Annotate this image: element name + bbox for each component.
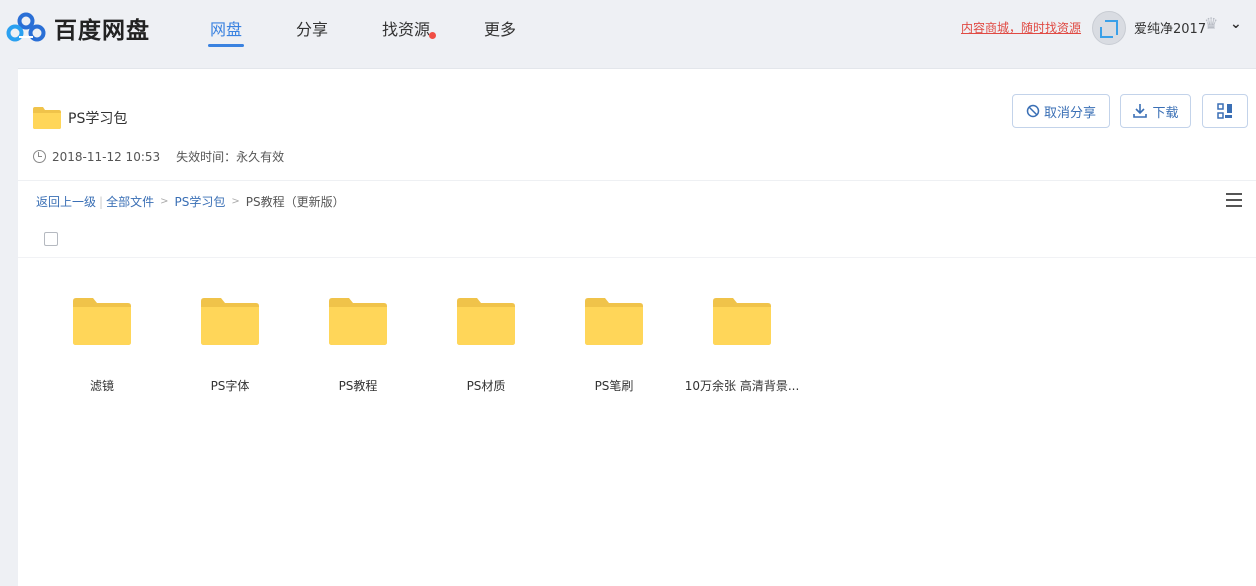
- avatar-frame-icon: [1100, 20, 1118, 38]
- download-icon: [1132, 103, 1148, 119]
- list-item[interactable]: PS材质: [422, 297, 550, 394]
- breadcrumb: 返回上一级 | 全部文件 > PS学习包 > PS教程（更新版）: [36, 193, 345, 210]
- list-item[interactable]: 10万余张 高清背景...: [678, 297, 806, 394]
- breadcrumb-bar: |: [99, 194, 104, 209]
- nav-label: 网盘: [210, 20, 243, 39]
- cloud-logo-icon: [6, 12, 46, 42]
- folder-icon: [329, 298, 387, 345]
- divider: [18, 257, 1256, 258]
- qr-code-icon: [1217, 103, 1232, 119]
- nav-item-netdisk[interactable]: 网盘: [194, 0, 280, 56]
- breadcrumb-separator: >: [231, 196, 240, 207]
- brand-logo[interactable]: 百度网盘: [6, 10, 150, 46]
- select-all-checkbox[interactable]: [44, 232, 58, 246]
- share-meta: 2018-11-12 10:53 失效时间：永久有效: [33, 148, 284, 165]
- top-bar: 百度网盘 网盘 分享 找资源 更多 内容商城，随时找资源 爱纯净2017 ♛ ⌄: [0, 0, 1256, 56]
- nav-item-more[interactable]: 更多: [468, 0, 548, 56]
- active-underline: [208, 44, 244, 47]
- nav-label: 更多: [484, 20, 517, 39]
- folder-icon: [713, 298, 771, 345]
- expire-time: 失效时间：永久有效: [176, 150, 285, 164]
- notification-dot: [429, 32, 437, 39]
- ban-icon: [1026, 104, 1040, 118]
- folder-icon: [457, 298, 515, 345]
- nav-item-share[interactable]: 分享: [280, 0, 366, 56]
- nav-item-find-resources[interactable]: 找资源: [366, 0, 468, 56]
- folder-icon: [73, 298, 131, 345]
- download-button[interactable]: 下载: [1120, 94, 1191, 128]
- username[interactable]: 爱纯净2017: [1134, 18, 1206, 37]
- file-name: PS材质: [466, 379, 506, 393]
- content-store-link[interactable]: 内容商城，随时找资源: [961, 19, 1081, 36]
- list-item[interactable]: PS字体: [166, 297, 294, 394]
- folder-icon: [585, 298, 643, 345]
- nav-label: 分享: [296, 20, 329, 39]
- chevron-down-icon[interactable]: ⌄: [1230, 16, 1242, 32]
- share-panel: PS学习包 2018-11-12 10:53 失效时间：永久有效 取消分享 下载: [18, 68, 1256, 586]
- breadcrumb-all-files[interactable]: 全部文件: [106, 193, 154, 210]
- list-view-icon[interactable]: [1226, 193, 1242, 211]
- breadcrumb-back-link[interactable]: 返回上一级: [36, 193, 96, 210]
- folder-icon: [201, 298, 259, 345]
- list-item[interactable]: PS笔刷: [550, 297, 678, 394]
- qr-code-button[interactable]: [1202, 94, 1248, 128]
- file-name: PS字体: [210, 379, 250, 393]
- clock-icon: [33, 150, 46, 163]
- cancel-share-button[interactable]: 取消分享: [1012, 94, 1110, 128]
- list-item[interactable]: PS教程: [294, 297, 422, 394]
- folder-icon: [33, 107, 61, 129]
- file-grid: 滤镜 PS字体 PS教程 PS材质 PS笔刷 10万余张 高清背景...: [38, 297, 806, 394]
- avatar[interactable]: [1092, 11, 1126, 45]
- breadcrumb-parent[interactable]: PS学习包: [174, 193, 225, 210]
- main-nav: 网盘 分享 找资源 更多: [194, 0, 548, 56]
- download-label: 下载: [1152, 105, 1179, 121]
- nav-label: 找资源: [382, 20, 431, 39]
- file-name: 滤镜: [89, 379, 114, 393]
- file-name: 10万余张 高清背景...: [684, 379, 800, 393]
- nav-label-wrap: 找资源: [382, 20, 437, 39]
- cancel-share-label: 取消分享: [1043, 105, 1096, 121]
- breadcrumb-separator: >: [160, 196, 169, 207]
- brand-name: 百度网盘: [54, 18, 150, 44]
- breadcrumb-current: PS教程（更新版）: [245, 195, 345, 209]
- file-name: PS笔刷: [594, 379, 634, 393]
- share-date: 2018-11-12 10:53: [52, 149, 161, 164]
- list-item[interactable]: 滤镜: [38, 297, 166, 394]
- share-title: PS学习包: [68, 111, 128, 127]
- divider: [18, 180, 1256, 181]
- vip-crown-icon: ♛: [1204, 14, 1219, 33]
- file-name: PS教程: [338, 379, 378, 393]
